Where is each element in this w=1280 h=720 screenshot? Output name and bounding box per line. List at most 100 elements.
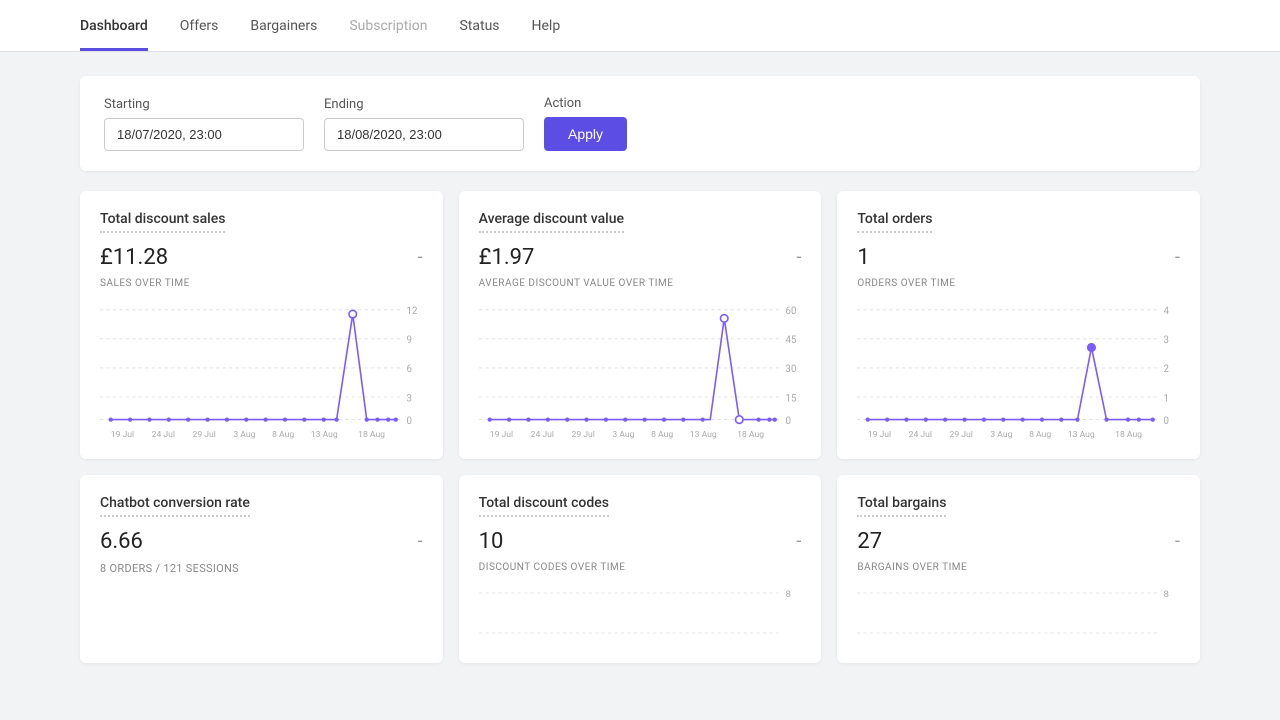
svg-text:4: 4 [1164,306,1170,317]
card-title-1: Total discount sales [100,211,225,233]
svg-text:24 Jul: 24 Jul [909,430,932,439]
card-value-row-2: £1.97 - [479,245,802,270]
svg-text:8 Aug: 8 Aug [1029,430,1051,439]
nav-tabs: Dashboard Offers Bargainers Subscription… [80,0,1200,51]
svg-text:19 Jul: 19 Jul [868,430,891,439]
card-title-4: Chatbot conversion rate [100,495,250,517]
filter-card: Starting Ending Action Apply [80,76,1200,171]
card-total-orders: Total orders 1 - ORDERS OVER TIME 4 3 2 … [837,191,1200,459]
svg-text:19 Jul: 19 Jul [111,430,134,439]
svg-text:0: 0 [1164,416,1169,427]
card-discount-codes: Total discount codes 10 - DISCOUNT CODES… [459,475,822,663]
action-group: Action Apply [544,96,627,151]
card-total-bargains: Total bargains 27 - BARGAINS OVER TIME 8 [837,475,1200,663]
card-value-row-1: £11.28 - [100,245,423,270]
chart-area-2: 60 45 30 15 0 19 Jul 24 Jul 29 Jul 3 Aug… [479,299,802,439]
tab-bargainers[interactable]: Bargainers [250,0,317,51]
main-content: Starting Ending Action Apply Total disco… [0,52,1280,687]
svg-text:24 Jul: 24 Jul [152,430,175,439]
svg-text:9: 9 [407,335,412,346]
card-title-5: Total discount codes [479,495,609,517]
svg-text:1: 1 [1164,393,1169,404]
card-dash-3: - [1175,247,1180,268]
card-title-2: Average discount value [479,211,624,233]
starting-group: Starting [104,97,304,151]
card-title-6: Total bargains [857,495,946,517]
card-subtitle-3: ORDERS OVER TIME [857,278,1180,289]
top-navigation: Dashboard Offers Bargainers Subscription… [0,0,1280,52]
card-subtitle-6: BARGAINS OVER TIME [857,562,1180,573]
ending-label: Ending [324,97,524,112]
svg-text:3: 3 [407,393,412,404]
card-total-discount-sales: Total discount sales £11.28 - SALES OVER… [80,191,443,459]
card-value-row-3: 1 - [857,245,1180,270]
card-value-6: 27 [857,529,882,554]
svg-text:13 Aug: 13 Aug [689,430,716,439]
tab-subscription[interactable]: Subscription [349,0,427,51]
svg-text:8: 8 [1164,589,1169,600]
tab-status[interactable]: Status [459,0,499,51]
chart-area-5: 8 [479,583,802,643]
card-value-5: 10 [479,529,504,554]
card-value-1: £11.28 [100,245,168,270]
svg-text:3 Aug: 3 Aug [991,430,1013,439]
card-dash-5: - [796,531,801,552]
card-value-2: £1.97 [479,245,535,270]
apply-button[interactable]: Apply [544,117,627,151]
card-avg-discount-value: Average discount value £1.97 - AVERAGE D… [459,191,822,459]
card-subtitle-1: SALES OVER TIME [100,278,423,289]
card-value-4: 6.66 [100,529,143,554]
chart-svg-3: 4 3 2 1 0 19 Jul 24 Jul 29 Jul 3 Aug 8 A… [857,299,1180,439]
svg-text:13 Aug: 13 Aug [1068,430,1095,439]
chart-svg-1: 12 9 6 3 0 19 Jul 24 Jul 29 Jul 3 Aug 8 … [100,299,423,439]
cards-grid: Total discount sales £11.28 - SALES OVER… [80,191,1200,663]
card-dash-1: - [418,247,423,268]
svg-text:3 Aug: 3 Aug [233,430,255,439]
card-value-3: 1 [857,245,869,270]
svg-text:8: 8 [785,589,790,600]
svg-text:45: 45 [785,335,796,346]
card-dash-4: - [418,531,423,552]
card-sub-info-4: 8 ORDERS / 121 SESSIONS [100,562,423,575]
svg-text:8 Aug: 8 Aug [272,430,294,439]
svg-text:60: 60 [785,306,796,317]
svg-text:29 Jul: 29 Jul [571,430,594,439]
starting-label: Starting [104,97,304,112]
chart-area-3: 4 3 2 1 0 19 Jul 24 Jul 29 Jul 3 Aug 8 A… [857,299,1180,439]
svg-text:18 Aug: 18 Aug [358,430,385,439]
svg-text:3 Aug: 3 Aug [612,430,634,439]
chart-area-1: 12 9 6 3 0 19 Jul 24 Jul 29 Jul 3 Aug 8 … [100,299,423,439]
svg-text:18 Aug: 18 Aug [737,430,764,439]
card-dash-2: - [796,247,801,268]
ending-group: Ending [324,97,524,151]
svg-text:0: 0 [785,416,790,427]
ending-input[interactable] [324,118,524,151]
svg-text:15: 15 [785,393,796,404]
card-dash-6: - [1175,531,1180,552]
card-subtitle-2: AVERAGE DISCOUNT VALUE OVER TIME [479,278,802,289]
svg-text:18 Aug: 18 Aug [1115,430,1142,439]
tab-help[interactable]: Help [532,0,561,51]
svg-text:30: 30 [785,364,796,375]
card-title-3: Total orders [857,211,932,233]
svg-text:2: 2 [1164,364,1170,375]
svg-text:13 Aug: 13 Aug [311,430,338,439]
action-label: Action [544,96,627,111]
svg-text:3: 3 [1164,335,1169,346]
chart-svg-6: 8 [857,583,1180,643]
chart-area-6: 8 [857,583,1180,643]
svg-text:6: 6 [407,364,412,375]
starting-input[interactable] [104,118,304,151]
svg-text:0: 0 [407,416,412,427]
svg-text:24 Jul: 24 Jul [530,430,553,439]
chart-svg-2: 60 45 30 15 0 19 Jul 24 Jul 29 Jul 3 Aug… [479,299,802,439]
svg-text:12: 12 [407,306,418,317]
card-chatbot-conversion: Chatbot conversion rate 6.66 - 8 ORDERS … [80,475,443,663]
card-value-row-6: 27 - [857,529,1180,554]
tab-offers[interactable]: Offers [180,0,219,51]
card-subtitle-5: DISCOUNT CODES OVER TIME [479,562,802,573]
svg-text:19 Jul: 19 Jul [489,430,512,439]
svg-text:29 Jul: 29 Jul [192,430,215,439]
tab-dashboard[interactable]: Dashboard [80,0,148,51]
chart-svg-5: 8 [479,583,802,643]
